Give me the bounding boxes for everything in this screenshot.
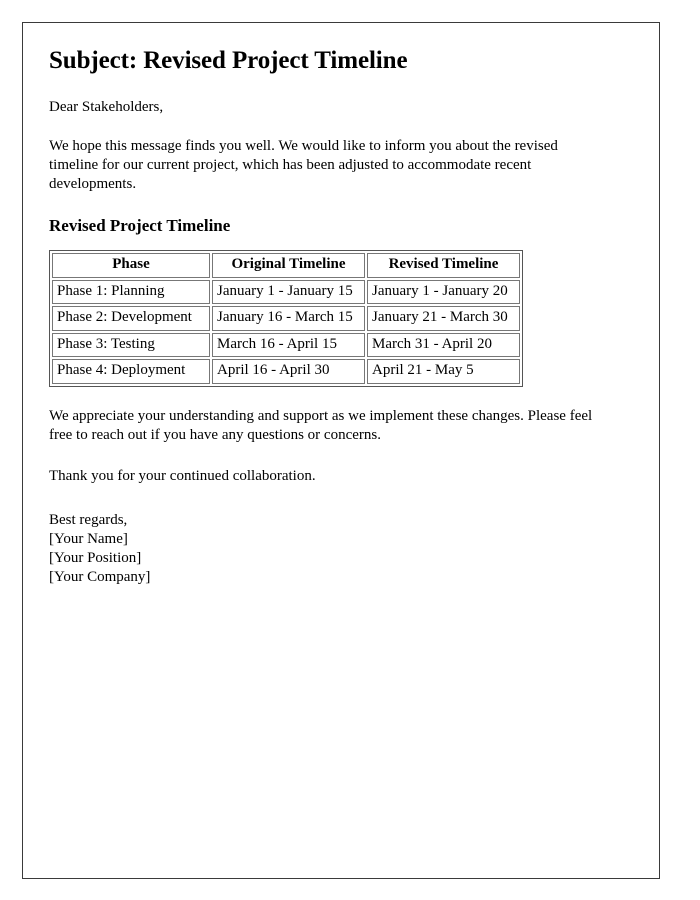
- table-body: Phase 1: Planning January 1 - January 15…: [52, 279, 520, 384]
- timeline-table: Phase Original Timeline Revised Timeline…: [49, 250, 523, 387]
- closing-paragraph: We appreciate your understanding and sup…: [49, 407, 593, 444]
- intro-paragraph: We hope this message finds you well. We …: [49, 137, 558, 192]
- page-title: Subject: Revised Project Timeline: [49, 47, 408, 74]
- document-page: Subject: Revised Project Timeline Dear S…: [22, 22, 660, 879]
- cell-phase: Phase 3: Testing: [52, 332, 210, 358]
- signature-name: [Your Name]: [49, 530, 128, 547]
- column-header-original-timeline: Original Timeline: [212, 253, 365, 278]
- column-header-revised-timeline: Revised Timeline: [367, 253, 520, 278]
- cell-revised-timeline: January 1 - January 20: [367, 279, 520, 305]
- cell-revised-timeline: April 21 - May 5: [367, 359, 520, 384]
- signature-company: [Your Company]: [49, 569, 151, 586]
- signature-position: [Your Position]: [49, 549, 142, 566]
- table-row: Phase 3: Testing March 16 - April 15 Mar…: [52, 332, 520, 358]
- cell-phase: Phase 4: Deployment: [52, 359, 210, 384]
- cell-original-timeline: March 16 - April 15: [212, 332, 365, 358]
- thanks-paragraph: Thank you for your continued collaborati…: [49, 468, 316, 485]
- salutation-text: Dear Stakeholders,: [49, 98, 164, 115]
- cell-original-timeline: January 16 - March 15: [212, 306, 365, 331]
- signature-regards: Best regards,: [49, 511, 128, 528]
- cell-original-timeline: April 16 - April 30: [212, 359, 365, 384]
- cell-phase: Phase 1: Planning: [52, 279, 210, 305]
- section-heading-revised-timeline: Revised Project Timeline: [49, 216, 231, 236]
- table-row: Phase 1: Planning January 1 - January 15…: [52, 279, 520, 305]
- table-row: Phase 4: Deployment April 16 - April 30 …: [52, 359, 520, 384]
- cell-revised-timeline: January 21 - March 30: [367, 306, 520, 331]
- cell-revised-timeline: March 31 - April 20: [367, 332, 520, 358]
- column-header-phase: Phase: [52, 253, 210, 278]
- document-body: Subject: Revised Project Timeline Dear S…: [23, 23, 659, 587]
- signature-block: Best regards, [Your Name] [Your Position…: [49, 511, 633, 588]
- cell-phase: Phase 2: Development: [52, 306, 210, 331]
- cell-original-timeline: January 1 - January 15: [212, 279, 365, 305]
- table-header: Phase Original Timeline Revised Timeline: [52, 253, 520, 278]
- table-row: Phase 2: Development January 16 - March …: [52, 306, 520, 331]
- table-header-row: Phase Original Timeline Revised Timeline: [52, 253, 520, 278]
